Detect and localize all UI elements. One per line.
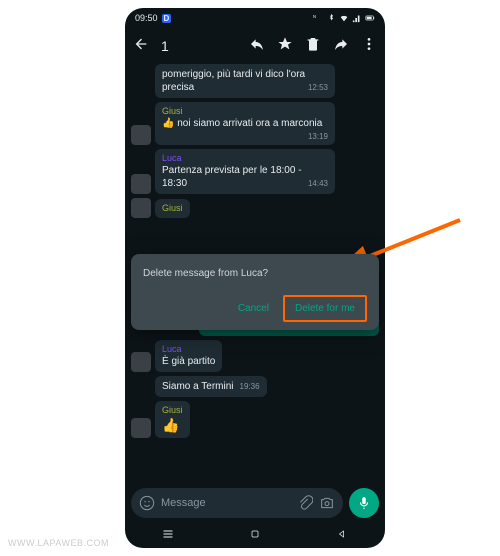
forward-button[interactable]: [333, 36, 349, 57]
message-row[interactable]: Giusi: [131, 198, 379, 218]
nav-back-button[interactable]: [336, 527, 348, 545]
mic-icon: [357, 496, 371, 510]
status-time: 09:50: [135, 13, 158, 23]
wifi-icon: [339, 13, 349, 23]
input-placeholder: Message: [161, 497, 291, 509]
status-bar: 09:50 D N: [125, 8, 385, 28]
camera-icon[interactable]: [319, 495, 335, 511]
mic-button[interactable]: [349, 488, 379, 518]
message-time: 12:53: [308, 83, 328, 92]
battery-icon: [365, 13, 375, 23]
message-time: 14:43: [308, 179, 328, 188]
phone-frame: 09:50 D N 1 pomeriggio, più tardi vi dic…: [125, 8, 385, 548]
cancel-button[interactable]: Cancel: [228, 295, 279, 322]
reply-button[interactable]: [249, 36, 265, 57]
chat-area[interactable]: pomeriggio, più tardi vi dico l'ora prec…: [125, 64, 385, 482]
selection-toolbar: 1: [125, 28, 385, 64]
message-time: 13:19: [308, 132, 328, 141]
nav-menu-button[interactable]: [162, 527, 174, 545]
message-row[interactable]: Giusi 👍: [131, 401, 379, 438]
more-button[interactable]: [361, 36, 377, 57]
message-row[interactable]: Giusi 👍 noi siamo arrivati ora a marconia…: [131, 102, 379, 145]
status-icons: N: [313, 13, 375, 23]
sender-name: Luca: [162, 153, 328, 163]
avatar[interactable]: [131, 418, 151, 438]
avatar[interactable]: [131, 352, 151, 372]
message-text: 👍: [162, 417, 179, 433]
back-button[interactable]: [133, 36, 149, 57]
message-row[interactable]: Siamo a Termini 19:36: [131, 376, 379, 397]
message-time: 19:36: [240, 382, 260, 391]
status-badge: D: [162, 14, 172, 23]
nav-bar: [125, 524, 385, 548]
avatar[interactable]: [131, 198, 151, 218]
sender-name: Giusi: [162, 106, 328, 116]
delete-button[interactable]: [305, 36, 321, 57]
sender-name: Giusi: [162, 405, 183, 415]
message-text: È già partito: [162, 356, 215, 367]
message-text: Siamo a Termini: [162, 381, 234, 392]
watermark: WWW.LAPAWEB.COM: [8, 538, 109, 548]
message-input[interactable]: Message: [131, 488, 343, 518]
delete-dialog: Delete message from Luca? Cancel Delete …: [131, 254, 379, 330]
sender-name: Giusi: [162, 203, 183, 213]
message-text: Partenza prevista per le 18:00 - 18:30: [162, 165, 302, 189]
bluetooth-icon: [326, 13, 336, 23]
message-text: 👍 noi siamo arrivati ora a marconia: [162, 118, 322, 129]
signal-icon: [352, 13, 362, 23]
avatar[interactable]: [131, 174, 151, 194]
attach-icon[interactable]: [297, 495, 313, 511]
dialog-title: Delete message from Luca?: [143, 268, 367, 279]
message-text: pomeriggio, più tardi vi dico l'ora prec…: [162, 69, 305, 93]
message-row[interactable]: Luca È già partito: [131, 340, 379, 372]
message-row[interactable]: Luca Partenza prevista per le 18:00 - 18:…: [131, 149, 379, 194]
emoji-icon[interactable]: [139, 495, 155, 511]
input-bar: Message: [125, 482, 385, 524]
avatar[interactable]: [131, 125, 151, 145]
message-row[interactable]: pomeriggio, più tardi vi dico l'ora prec…: [131, 64, 379, 98]
star-button[interactable]: [277, 36, 293, 57]
nfc-icon: N: [313, 13, 323, 23]
delete-for-me-button[interactable]: Delete for me: [283, 295, 367, 322]
svg-text:N: N: [313, 14, 316, 19]
sender-name: Luca: [162, 344, 215, 354]
nav-home-button[interactable]: [249, 527, 261, 545]
selection-count: 1: [161, 38, 237, 54]
